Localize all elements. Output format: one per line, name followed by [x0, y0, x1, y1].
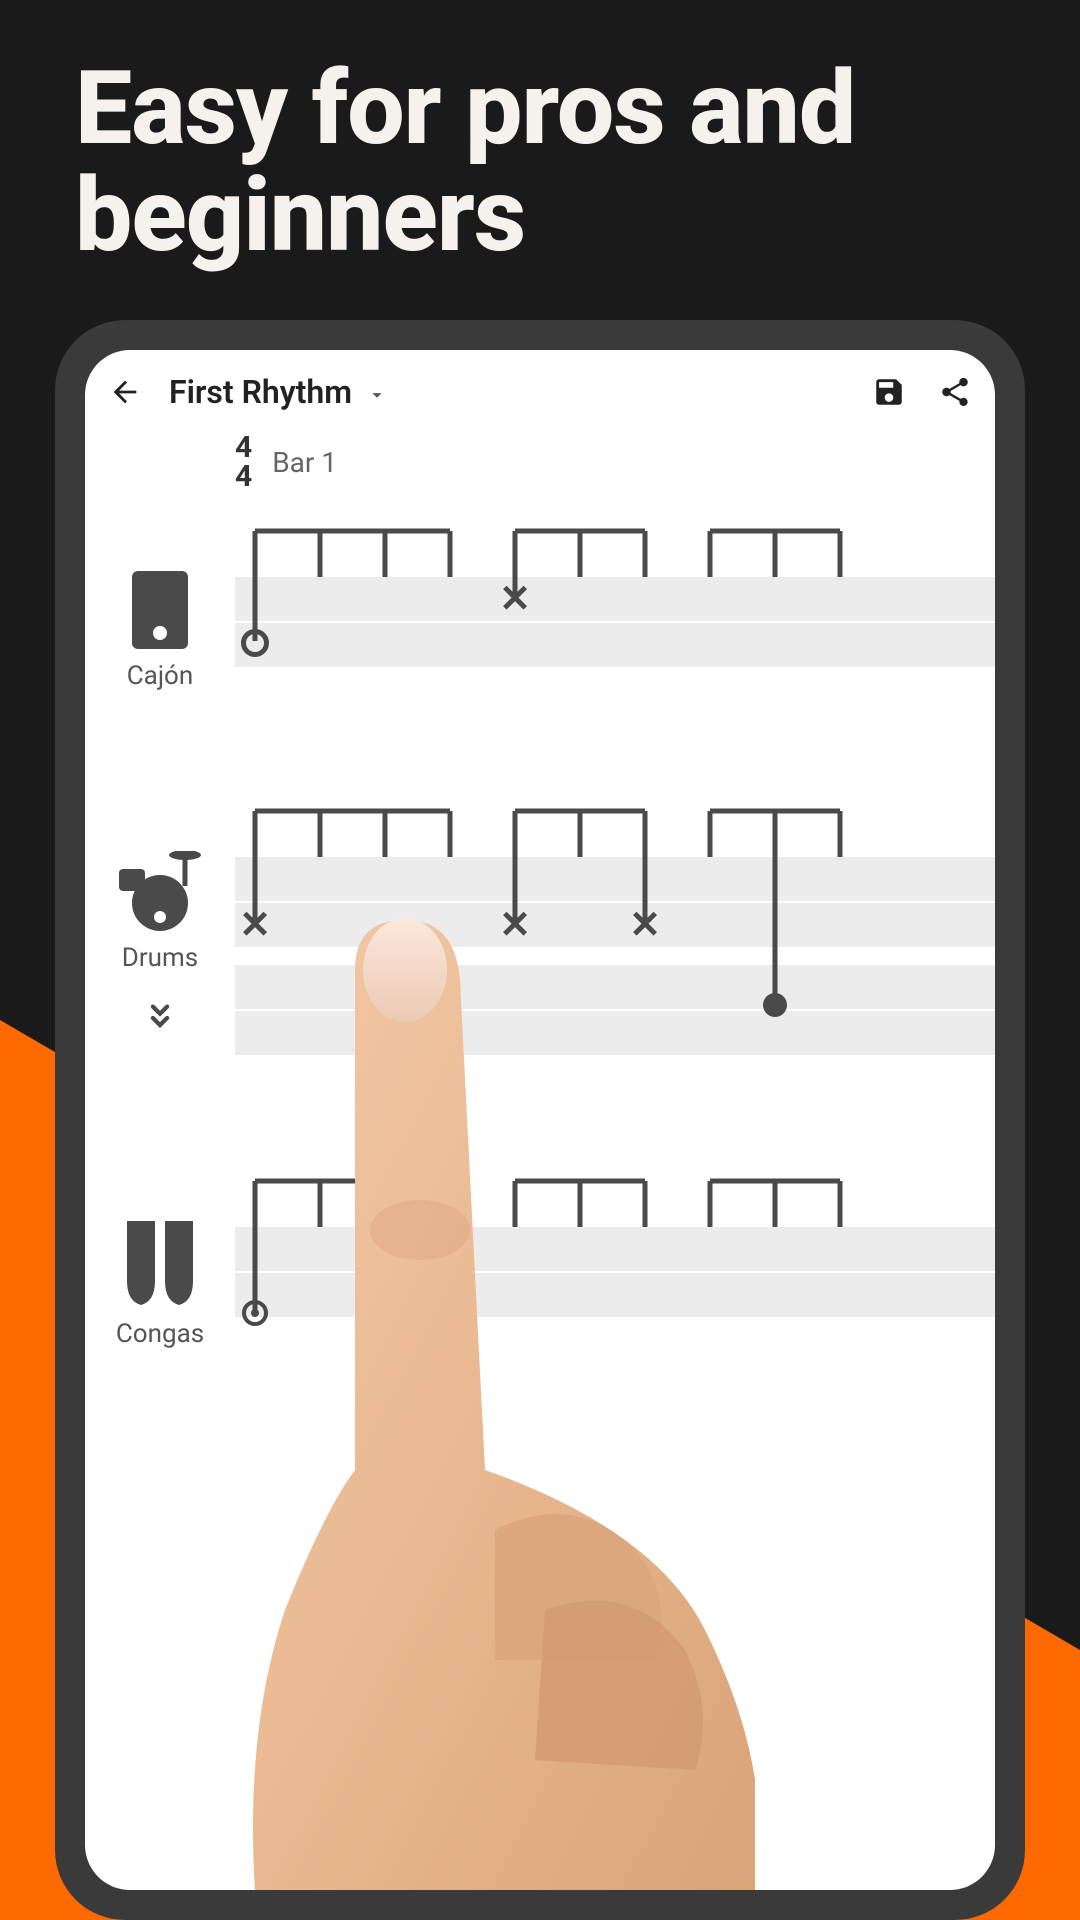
- staff-drums[interactable]: ✕ ✕ ✕: [235, 801, 995, 1061]
- staff-lane: [235, 577, 995, 621]
- track-drums: Drums: [85, 801, 995, 1061]
- staff-lane: [235, 965, 995, 1009]
- app-screen: First Rhythm 4 4 Bar 1: [85, 350, 995, 1890]
- note-cross[interactable]: ✕: [499, 577, 531, 622]
- chevrons-down-icon: [143, 1003, 177, 1033]
- staff-lane: [235, 1011, 995, 1055]
- note-target[interactable]: [242, 1300, 268, 1326]
- staff-cajon[interactable]: ✕: [235, 521, 995, 681]
- note-dot[interactable]: [763, 993, 787, 1017]
- instrument-label: Cajón: [127, 661, 193, 691]
- instrument-selector-congas[interactable]: Congas: [85, 1221, 235, 1349]
- chevron-down-icon: [366, 384, 388, 406]
- share-button[interactable]: [933, 370, 977, 414]
- staff-congas[interactable]: [235, 1171, 995, 1331]
- bar-label: Bar 1: [272, 446, 337, 479]
- note-cross[interactable]: ✕: [239, 903, 271, 948]
- time-sig-bottom: 4: [235, 463, 252, 492]
- instrument-label: Congas: [116, 1319, 204, 1349]
- bar-meta: 4 4 Bar 1: [235, 434, 995, 491]
- tracks-container: Cajón: [85, 521, 995, 1349]
- arrow-left-icon: [108, 375, 142, 409]
- share-icon: [938, 375, 972, 409]
- save-button[interactable]: [867, 370, 911, 414]
- congas-icon: [121, 1221, 199, 1307]
- track-congas: Congas: [85, 1171, 995, 1349]
- back-button[interactable]: [103, 370, 147, 414]
- drums-icon: [115, 851, 205, 931]
- note-cross[interactable]: ✕: [499, 903, 531, 948]
- staff-lane: [235, 1273, 995, 1317]
- staff-lane: [235, 623, 995, 667]
- phone-frame: First Rhythm 4 4 Bar 1: [55, 320, 1025, 1920]
- save-icon: [872, 375, 906, 409]
- instrument-label: Drums: [122, 943, 198, 973]
- instrument-selector-cajon[interactable]: Cajón: [85, 571, 235, 691]
- instrument-selector-drums[interactable]: Drums: [85, 851, 235, 1037]
- staff-lane: [235, 903, 995, 947]
- cajon-icon: [132, 571, 188, 649]
- staff-lane: [235, 857, 995, 901]
- app-bar: First Rhythm: [85, 350, 995, 424]
- expand-track-button[interactable]: [143, 1003, 177, 1037]
- note-open[interactable]: [241, 629, 269, 657]
- time-signature[interactable]: 4 4: [235, 434, 252, 491]
- promo-headline: Easy for pros and beginners: [75, 55, 1005, 269]
- track-cajon: Cajón: [85, 521, 995, 691]
- song-title-text: First Rhythm: [169, 373, 352, 411]
- note-cross[interactable]: ✕: [629, 903, 661, 948]
- song-title-dropdown[interactable]: First Rhythm: [169, 373, 388, 411]
- staff-lane: [235, 1227, 995, 1271]
